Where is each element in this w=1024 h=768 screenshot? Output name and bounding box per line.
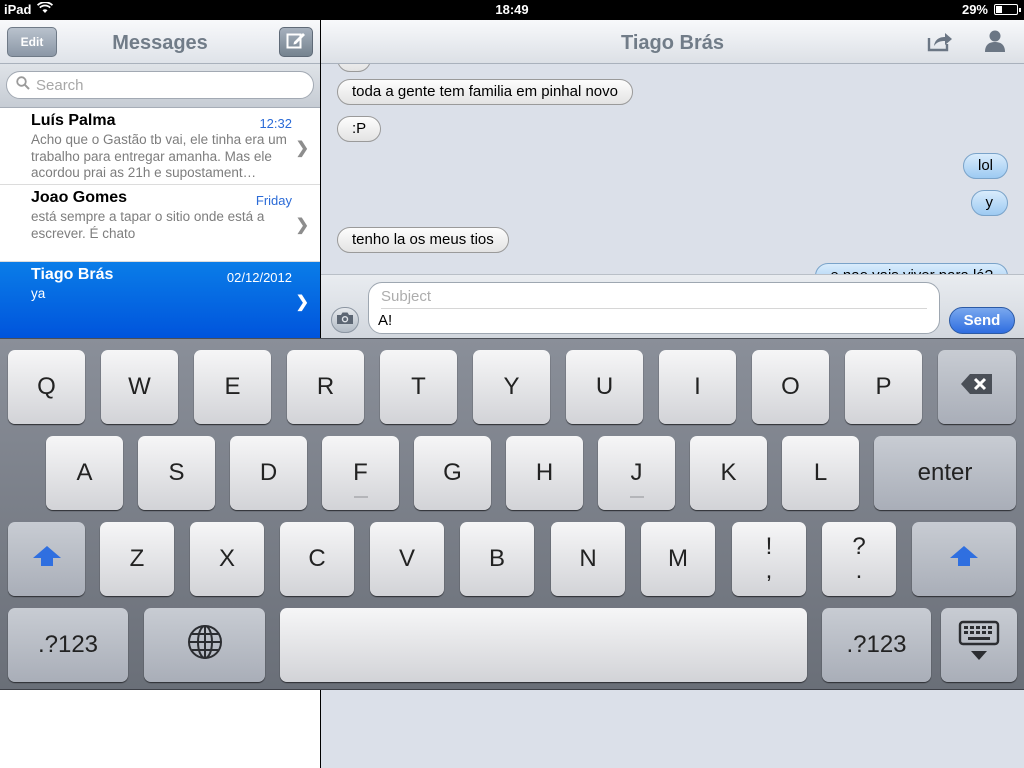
key-c[interactable]: C bbox=[280, 522, 354, 596]
send-button[interactable]: Send bbox=[949, 307, 1015, 334]
share-icon[interactable] bbox=[927, 29, 953, 58]
message-bubble-incoming: :P bbox=[337, 116, 382, 142]
key-b[interactable]: B bbox=[460, 522, 534, 596]
backspace-key[interactable] bbox=[938, 350, 1016, 424]
search-icon bbox=[16, 76, 30, 94]
message-input[interactable]: A! bbox=[369, 309, 939, 329]
key-p[interactable]: P bbox=[845, 350, 922, 424]
key-question-label: ? bbox=[852, 533, 866, 560]
chevron-right-icon: ❯ bbox=[295, 294, 309, 311]
key-y[interactable]: Y bbox=[473, 350, 550, 424]
search-bar: Search bbox=[0, 64, 320, 108]
message-preview: Acho que o Gastão tb vai, ele tinha era … bbox=[31, 132, 287, 180]
subject-input[interactable]: Subject bbox=[381, 283, 927, 309]
key-o[interactable]: O bbox=[752, 350, 829, 424]
conversation-item-tiago-bras[interactable]: Tiago Brás 02/12/2012 ya ❯ bbox=[0, 262, 320, 339]
globe-key[interactable] bbox=[144, 608, 265, 682]
chevron-right-icon: ❯ bbox=[295, 140, 309, 157]
camera-button[interactable] bbox=[331, 307, 359, 333]
conversation-item-joao-gomes[interactable]: Joao Gomes Friday está sempre a tapar o … bbox=[0, 185, 320, 262]
key-e[interactable]: E bbox=[194, 350, 271, 424]
shift-key-left[interactable] bbox=[8, 522, 85, 596]
key-m[interactable]: M bbox=[641, 522, 715, 596]
numbers-key-right[interactable]: .?123 bbox=[822, 608, 931, 682]
conversation-list-empty-area bbox=[0, 690, 320, 768]
battery-percentage: 29% bbox=[961, 2, 988, 17]
key-q[interactable]: Q bbox=[8, 350, 85, 424]
space-bar[interactable] bbox=[280, 608, 807, 682]
conversation-title: Tiago Brás bbox=[621, 32, 724, 54]
message-bubble-partial bbox=[337, 64, 371, 72]
message-field[interactable]: Subject A! bbox=[368, 282, 940, 334]
home-row-marker bbox=[353, 496, 368, 498]
key-j[interactable]: J bbox=[598, 436, 675, 510]
home-row-marker bbox=[629, 496, 644, 498]
hide-keyboard-icon bbox=[958, 620, 1000, 671]
key-period-label: . bbox=[855, 557, 863, 584]
key-question-period[interactable]: ?. bbox=[822, 522, 896, 596]
message-bubble-outgoing: lol bbox=[962, 153, 1008, 179]
hide-keyboard-key[interactable] bbox=[941, 608, 1017, 682]
shift-icon bbox=[31, 544, 63, 575]
compose-icon bbox=[286, 31, 306, 54]
message-bubble-outgoing: y bbox=[970, 190, 1008, 216]
messages-nav-bar: Edit Messages bbox=[0, 20, 320, 64]
message-bubble-outgoing: e nao vais viver para lá? bbox=[815, 263, 1008, 274]
key-v[interactable]: V bbox=[370, 522, 444, 596]
key-f[interactable]: F bbox=[322, 436, 399, 510]
conversation-time: 02/12/2012 bbox=[226, 270, 292, 285]
key-r[interactable]: R bbox=[287, 350, 364, 424]
key-exclamation-label: ! bbox=[765, 533, 773, 560]
key-i[interactable]: I bbox=[659, 350, 736, 424]
key-g[interactable]: G bbox=[414, 436, 491, 510]
message-preview: ya bbox=[31, 286, 46, 301]
search-placeholder: Search bbox=[36, 76, 84, 94]
conversation-nav-bar: Tiago Brás bbox=[321, 20, 1024, 64]
key-j-label: J bbox=[630, 459, 643, 486]
key-d[interactable]: D bbox=[230, 436, 307, 510]
message-bubble-incoming: toda a gente tem familia em pinhal novo bbox=[337, 79, 633, 105]
camera-icon bbox=[336, 311, 354, 330]
key-z[interactable]: Z bbox=[100, 522, 174, 596]
numbers-key-left[interactable]: .?123 bbox=[8, 608, 128, 682]
compose-bar: Subject A! Send bbox=[321, 274, 1024, 338]
battery-icon bbox=[994, 4, 1021, 15]
thread-background bbox=[321, 690, 1024, 768]
key-exclamation-comma[interactable]: !, bbox=[732, 522, 806, 596]
compose-button[interactable] bbox=[279, 27, 313, 57]
key-a[interactable]: A bbox=[46, 436, 123, 510]
clock: 18:49 bbox=[495, 2, 529, 17]
contact-icon[interactable] bbox=[983, 29, 1007, 58]
search-input[interactable]: Search bbox=[6, 71, 314, 99]
backspace-icon bbox=[960, 373, 994, 402]
conversation-item-luis-palma[interactable]: Luís Palma 12:32 Acho que o Gastão tb va… bbox=[0, 108, 320, 185]
message-thread: toda a gente tem familia em pinhal novo … bbox=[321, 64, 1024, 274]
key-k[interactable]: K bbox=[690, 436, 767, 510]
status-bar: iPad 18:49 29% bbox=[0, 0, 1024, 20]
key-n[interactable]: N bbox=[551, 522, 625, 596]
shift-icon bbox=[948, 544, 980, 575]
message-preview: está sempre a tapar o sitio onde está a … bbox=[31, 209, 265, 241]
globe-icon bbox=[187, 624, 223, 667]
key-comma-label: , bbox=[765, 557, 773, 584]
chevron-right-icon: ❯ bbox=[295, 217, 309, 234]
messages-title: Messages bbox=[112, 32, 208, 54]
message-bubble-incoming: tenho la os meus tios bbox=[337, 227, 509, 253]
key-s[interactable]: S bbox=[138, 436, 215, 510]
conversation-time: Friday bbox=[255, 193, 292, 208]
key-u[interactable]: U bbox=[566, 350, 643, 424]
keyboard: Q W E R T Y U I O P A S D F G H J K L en… bbox=[0, 338, 1024, 690]
conversation-time: 12:32 bbox=[259, 116, 292, 131]
enter-key[interactable]: enter bbox=[874, 436, 1016, 510]
key-l[interactable]: L bbox=[782, 436, 859, 510]
key-f-label: F bbox=[353, 459, 368, 486]
key-x[interactable]: X bbox=[190, 522, 264, 596]
key-h[interactable]: H bbox=[506, 436, 583, 510]
key-w[interactable]: W bbox=[101, 350, 178, 424]
shift-key-right[interactable] bbox=[912, 522, 1016, 596]
key-t[interactable]: T bbox=[380, 350, 457, 424]
